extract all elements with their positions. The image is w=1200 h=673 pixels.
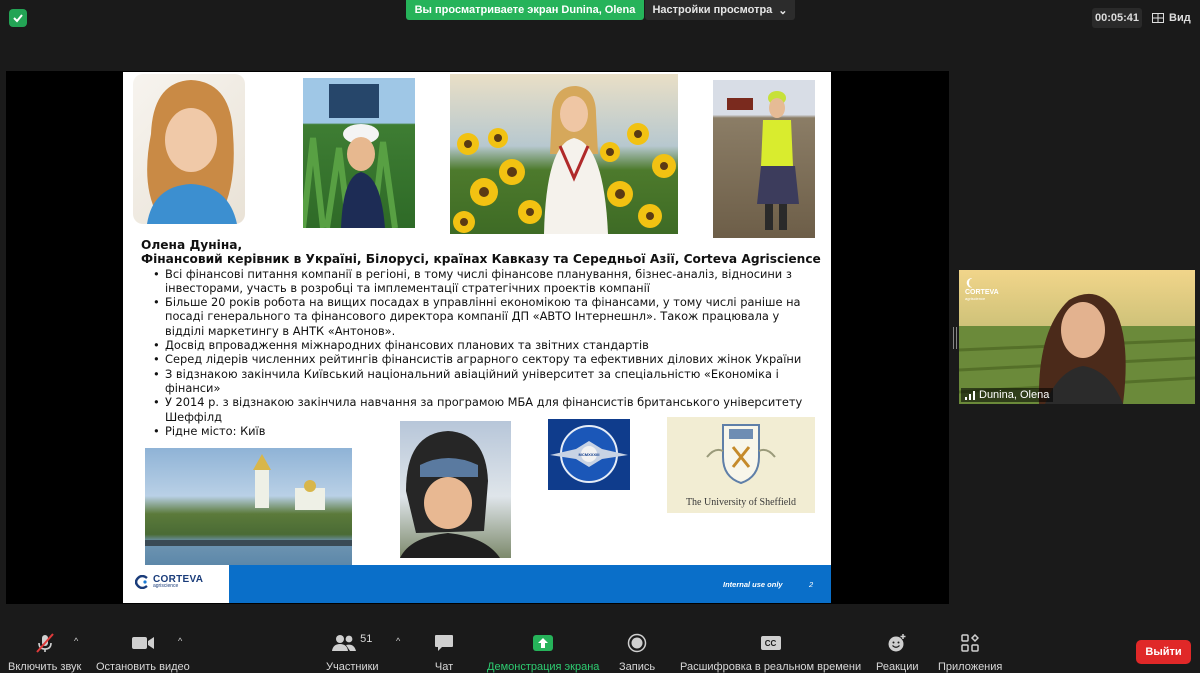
internal-use-label: Internal use only	[723, 580, 783, 589]
biography-text: Олена Дуніна, Фінансовий керівник в Укра…	[141, 238, 821, 438]
bio-bullet: Більше 20 років робота на вищих посадах …	[153, 295, 821, 338]
speaker-name: Олена Дуніна,	[141, 238, 243, 252]
participant-name-label: Dunina, Olena	[961, 388, 1054, 402]
nau-university-logo: MCMXXXIII	[548, 419, 630, 490]
chat-button[interactable]: Чат	[434, 631, 454, 673]
apps-label: Приложения	[938, 661, 1003, 673]
unmute-label: Включить звук	[8, 661, 82, 673]
participant-name: Dunina, Olena	[979, 389, 1050, 401]
participant-video-tile[interactable]: ❨ CORTEVA agriscience Dunina, Olena	[959, 270, 1195, 404]
participants-options-chevron-icon[interactable]: ^	[396, 636, 400, 646]
slide-page-number: 2	[809, 580, 814, 589]
apps-icon	[961, 634, 980, 652]
bio-bullet: Досвід впровадження міжнародних фінансов…	[153, 338, 821, 353]
grid-icon	[1152, 13, 1164, 23]
video-options-chevron-icon[interactable]: ^	[178, 636, 182, 646]
participants-icon	[332, 635, 357, 651]
bio-bullet: Серед лідерів численних рейтингів фінанс…	[153, 352, 821, 367]
audio-options-chevron-icon[interactable]: ^	[74, 636, 78, 646]
biography-list: Всі фінансові питання компанії в регіоні…	[141, 267, 821, 439]
portrait-photo	[133, 74, 245, 224]
speaker-role: Фінансовий керівник в Україні, Білорусі,…	[141, 252, 821, 267]
kyiv-city-photo	[145, 448, 352, 568]
panel-resize-handle[interactable]	[953, 327, 957, 349]
record-label: Запись	[619, 661, 656, 673]
tile-logo-word: CORTEVA	[965, 289, 999, 296]
share-screen-label: Демонстрация экрана	[487, 661, 600, 673]
bio-bullet: З відзнакою закінчила Київський націонал…	[153, 367, 821, 396]
nau-badge-text: MCMXXXIII	[578, 452, 600, 457]
leave-meeting-button[interactable]: Выйти	[1136, 640, 1191, 664]
share-screen-button[interactable]: Демонстрация экрана	[487, 631, 599, 673]
field-vest-photo	[713, 80, 815, 238]
sunflower-field-photo	[450, 74, 678, 234]
participants-count: 51	[360, 633, 373, 645]
stop-video-button[interactable]: Остановить видео	[96, 631, 190, 673]
bio-bullet: Всі фінансові питання компанії в регіоні…	[153, 267, 821, 296]
sheffield-university-logo: The University of Sheffield	[667, 417, 815, 513]
video-camera-icon	[131, 637, 154, 649]
reactions-button[interactable]: Реакции	[876, 631, 919, 673]
corteva-logo: CORTEVA agriscience	[135, 575, 203, 589]
signal-bars-icon	[965, 390, 975, 400]
top-bar: Вы просматриваете экран Dunina, Olena На…	[0, 0, 1200, 40]
presentation-slide: Олена Дуніна, Фінансовий керівник в Укра…	[123, 72, 831, 603]
smiley-icon	[888, 634, 906, 652]
cornfield-photo	[303, 78, 415, 228]
stop-video-label: Остановить видео	[96, 661, 190, 673]
view-layout-button[interactable]: Вид	[1152, 8, 1196, 28]
view-options-button[interactable]: Настройки просмотра ⌄	[645, 0, 795, 20]
chevron-down-icon: ⌄	[778, 4, 788, 17]
record-icon	[627, 633, 647, 653]
participants-button[interactable]: 51 Участники	[326, 631, 379, 673]
closed-captions-icon: CC	[760, 636, 781, 650]
sheffield-caption: The University of Sheffield	[685, 497, 797, 508]
screen-share-banner: Вы просматриваете экран Dunina, Olena	[406, 0, 644, 20]
record-button[interactable]: Запись	[619, 631, 655, 673]
meeting-toolbar: Включить звук ^ Остановить видео ^ 51 Уч…	[0, 628, 1200, 673]
live-transcript-button[interactable]: CC Расшифровка в реальном времени	[680, 631, 861, 673]
corteva-mark-icon	[135, 575, 148, 589]
apps-button[interactable]: Приложения	[938, 631, 1002, 673]
participants-label: Участники	[326, 661, 379, 673]
muted-microphone-icon	[35, 633, 54, 653]
share-screen-arrow-icon	[533, 635, 554, 651]
live-transcript-label: Расшифровка в реальном времени	[680, 661, 862, 673]
tile-corteva-logo: ❨ CORTEVA agriscience	[965, 278, 999, 301]
chat-bubble-icon	[435, 635, 453, 651]
unmute-button[interactable]: Включить звук	[8, 631, 81, 673]
security-shield-icon[interactable]	[9, 9, 27, 27]
chat-label: Чат	[434, 661, 454, 673]
view-label: Вид	[1169, 12, 1191, 24]
tile-logo-sub: agriscience	[965, 296, 986, 301]
meeting-timer: 00:05:41	[1092, 8, 1142, 28]
reactions-label: Реакции	[876, 661, 919, 673]
view-options-label: Настройки просмотра	[652, 4, 773, 16]
helmet-selfie-photo	[400, 421, 511, 558]
